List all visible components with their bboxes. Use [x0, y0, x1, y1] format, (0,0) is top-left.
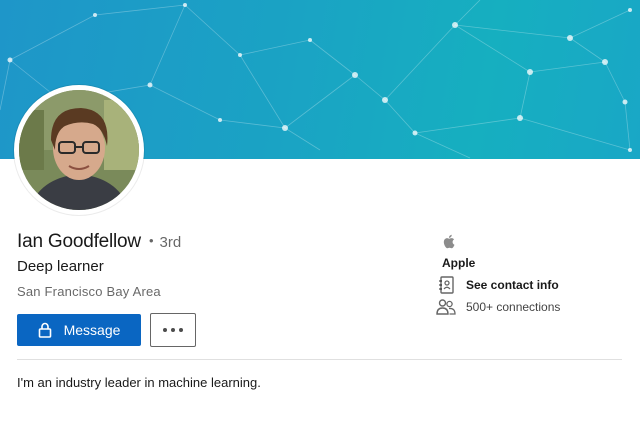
company-name[interactable]: Apple — [442, 256, 475, 270]
more-horizontal-icon — [161, 328, 185, 332]
avatar[interactable] — [19, 90, 139, 210]
address-book-icon — [436, 276, 456, 294]
connections-label: 500+ connections — [466, 300, 561, 314]
lock-icon — [38, 322, 52, 338]
profile-name: Ian Goodfellow — [17, 231, 141, 252]
separator-dot: • — [148, 233, 154, 248]
apple-logo-icon[interactable] — [442, 234, 455, 254]
connections-link[interactable]: 500+ connections — [436, 298, 560, 316]
avatar-photo — [19, 90, 139, 210]
connection-degree: 3rd — [159, 234, 182, 251]
contact-info-label: See contact info — [466, 278, 559, 292]
about-summary: I'm an industry leader in machine learni… — [17, 375, 261, 390]
people-icon — [436, 298, 456, 316]
contact-info-link[interactable]: See contact info — [436, 276, 559, 294]
message-button-label: Message — [63, 322, 121, 338]
section-divider — [17, 359, 622, 360]
profile-headline: Deep learner — [17, 258, 104, 275]
message-button[interactable]: Message — [17, 314, 141, 346]
profile-location: San Francisco Bay Area — [17, 284, 161, 299]
name-row: Ian Goodfellow • 3rd — [17, 231, 181, 253]
more-actions-button[interactable] — [150, 313, 196, 347]
